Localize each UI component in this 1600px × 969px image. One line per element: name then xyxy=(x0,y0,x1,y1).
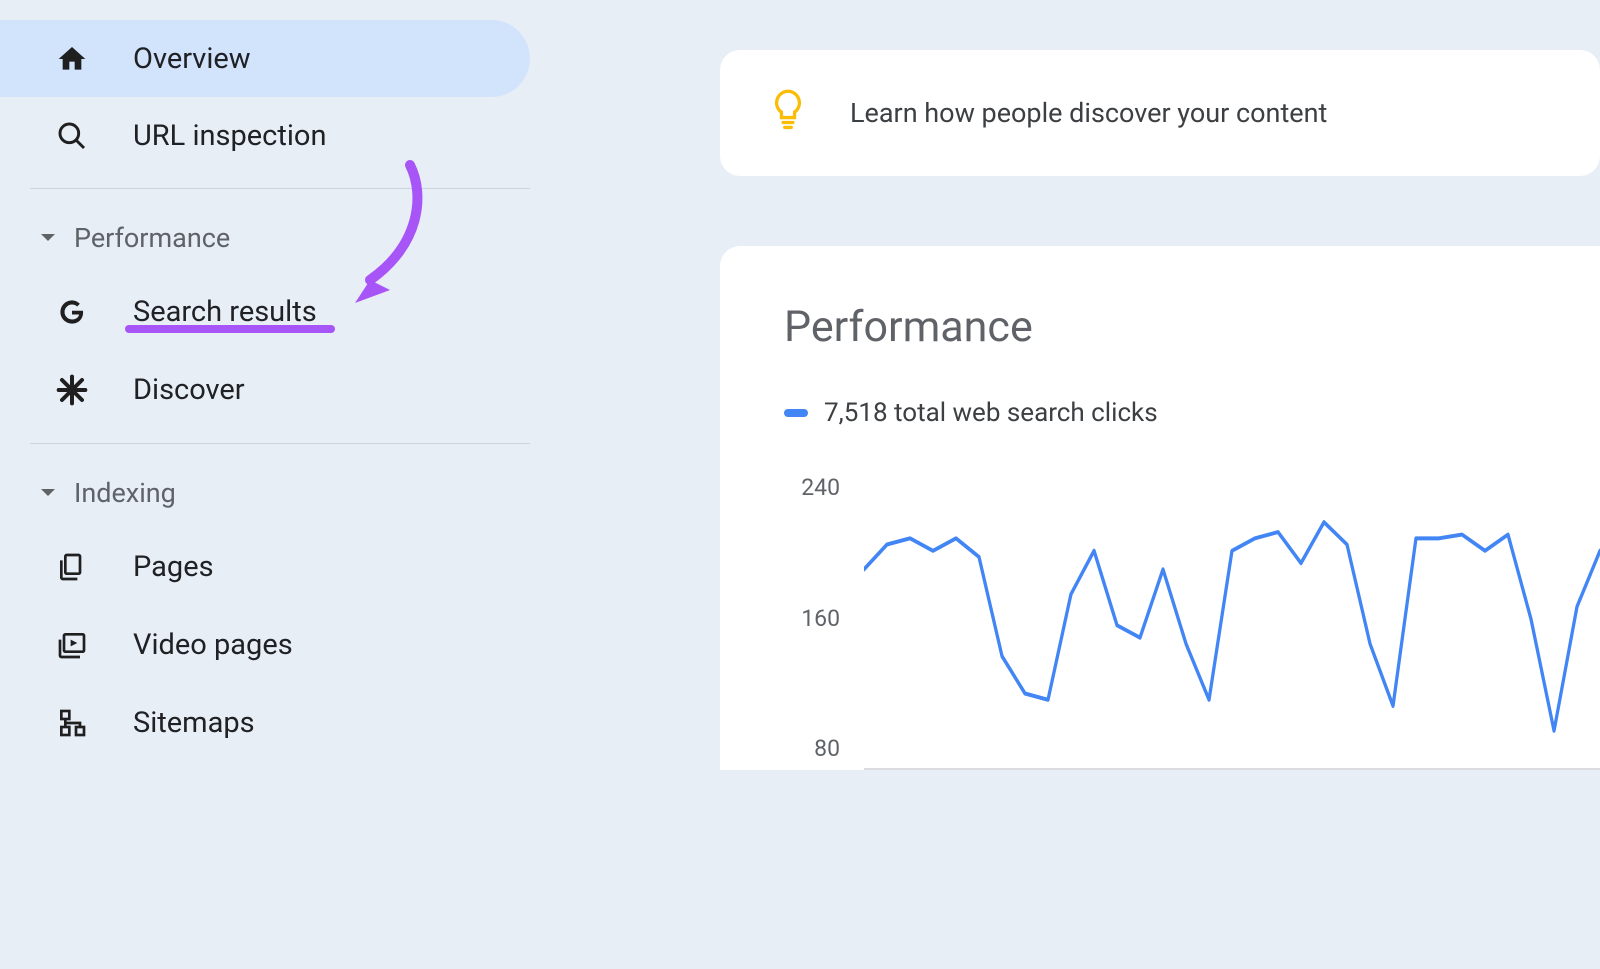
sidebar-item-url-inspection[interactable]: URL inspection xyxy=(0,97,530,174)
section-label: Performance xyxy=(74,222,230,254)
tip-card[interactable]: Learn how people discover your content xyxy=(720,50,1600,176)
asterisk-icon xyxy=(55,373,89,407)
sitemap-icon xyxy=(55,706,89,740)
sidebar-item-label: Search results xyxy=(133,295,317,329)
y-tick: 240 xyxy=(801,474,840,501)
performance-card: Performance 7,518 total web search click… xyxy=(720,246,1600,770)
sidebar-item-label: URL inspection xyxy=(133,119,326,153)
sidebar-item-label: Pages xyxy=(133,550,214,584)
sidebar-item-label: Overview xyxy=(133,42,251,76)
sidebar-item-video-pages[interactable]: Video pages xyxy=(0,606,560,684)
legend-swatch xyxy=(784,409,808,417)
divider xyxy=(30,443,530,444)
chart-line xyxy=(864,470,1600,768)
chevron-down-icon xyxy=(40,488,56,498)
sidebar-item-search-results[interactable]: Search results xyxy=(0,273,560,351)
google-g-icon xyxy=(55,295,89,329)
divider xyxy=(30,188,530,189)
chart-plot-area xyxy=(864,470,1600,770)
legend-text: 7,518 total web search clicks xyxy=(824,398,1158,428)
y-tick: 80 xyxy=(814,735,840,762)
sidebar-item-pages[interactable]: Pages xyxy=(0,528,560,606)
y-tick: 160 xyxy=(801,605,840,632)
sidebar-section-indexing[interactable]: Indexing xyxy=(0,458,560,528)
sidebar-item-discover[interactable]: Discover xyxy=(0,351,560,429)
performance-chart: 240 160 80 xyxy=(784,470,1600,770)
sidebar-item-label: Video pages xyxy=(133,628,293,662)
sidebar-item-label: Discover xyxy=(133,373,245,407)
lightbulb-icon xyxy=(768,88,808,138)
tip-text: Learn how people discover your content xyxy=(850,97,1327,129)
sidebar-item-sitemaps[interactable]: Sitemaps xyxy=(0,684,560,762)
chart-legend: 7,518 total web search clicks xyxy=(784,398,1600,428)
home-icon xyxy=(55,42,89,76)
sidebar: Overview URL inspection Performance Sear… xyxy=(0,0,560,969)
sidebar-item-label: Sitemaps xyxy=(133,706,255,740)
performance-title: Performance xyxy=(784,302,1600,352)
pages-icon xyxy=(55,550,89,584)
sidebar-item-overview[interactable]: Overview xyxy=(0,20,530,97)
main-content: Learn how people discover your content P… xyxy=(560,0,1600,969)
sidebar-section-performance[interactable]: Performance xyxy=(0,203,560,273)
section-label: Indexing xyxy=(74,477,176,509)
y-axis: 240 160 80 xyxy=(784,470,852,770)
chevron-down-icon xyxy=(40,233,56,243)
video-pages-icon xyxy=(55,628,89,662)
search-icon xyxy=(55,119,89,153)
